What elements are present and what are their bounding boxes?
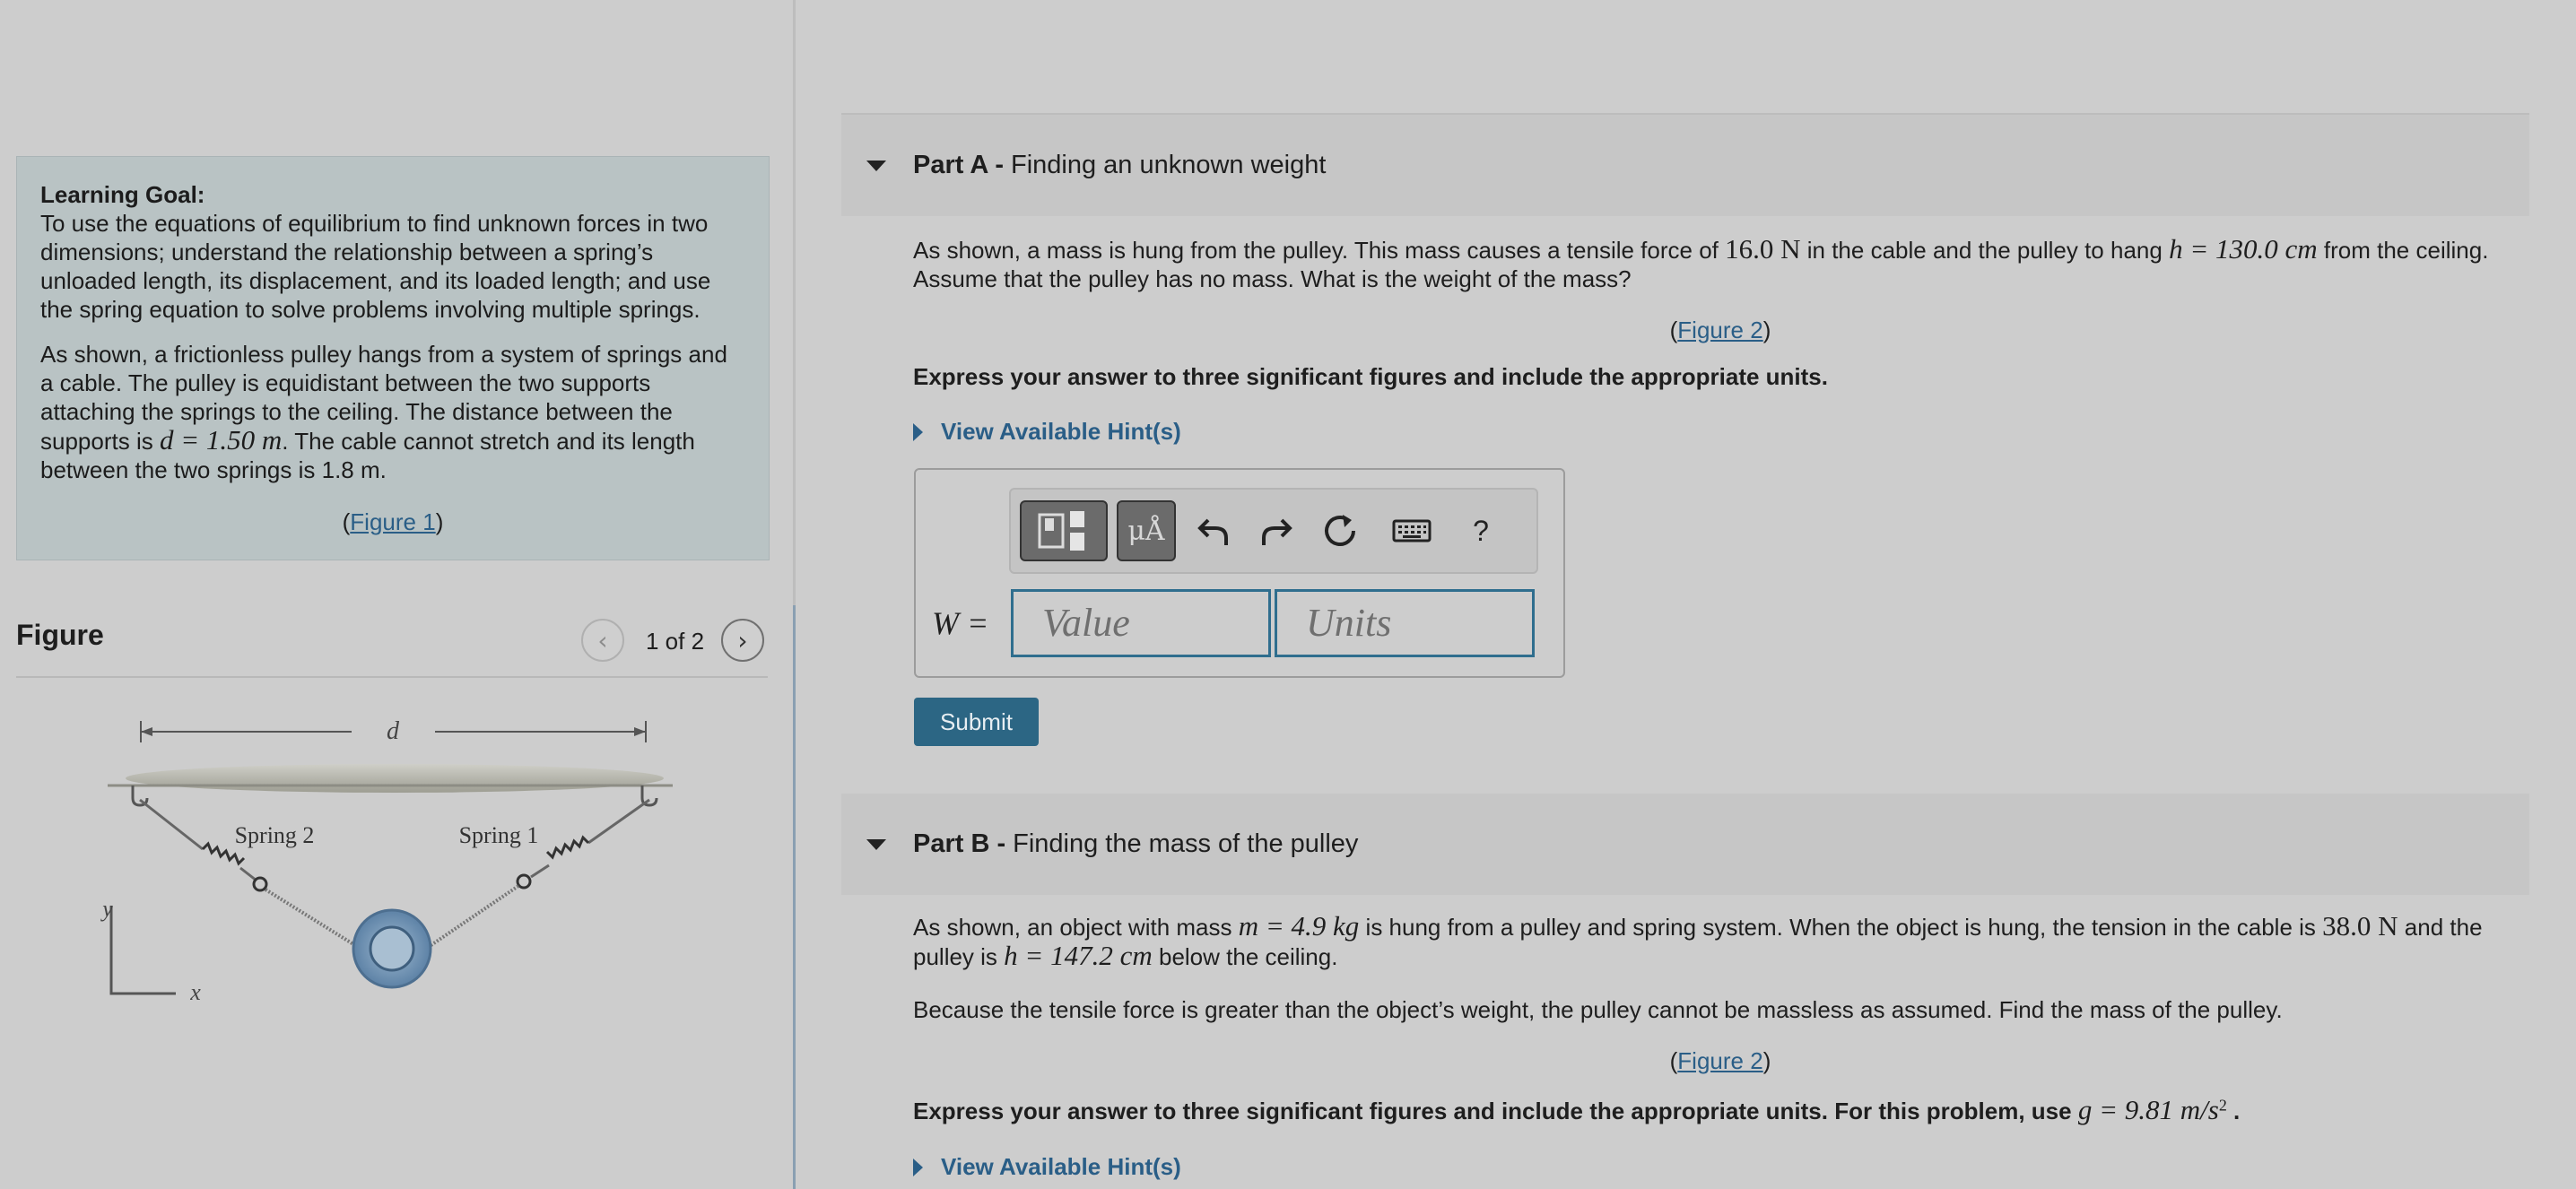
part-b-header[interactable]: Part B - Finding the mass of the pulley [841, 794, 2529, 895]
help-button[interactable]: ? [1454, 500, 1508, 561]
symbols-button[interactable]: μÅ [1117, 500, 1176, 561]
part-a-label: Part A - [913, 151, 1004, 179]
undo-button[interactable] [1187, 500, 1240, 561]
part-a-instructions: Express your answer to three significant… [913, 363, 1828, 390]
undo-icon [1197, 518, 1228, 545]
caret-down-icon [866, 838, 886, 850]
figure-title: Figure [16, 619, 104, 651]
gravity-equation: g = 9.81 m/s [2077, 1094, 2219, 1125]
spring-1 [545, 835, 590, 860]
reset-icon [1325, 515, 1355, 546]
part-b-hint-label: View Available Hint(s) [941, 1153, 1181, 1180]
reset-button[interactable] [1314, 500, 1368, 561]
figure-1-link[interactable]: Figure 1 [350, 508, 435, 535]
caret-right-icon [913, 422, 923, 441]
keyboard-icon [1392, 519, 1432, 542]
mass-equation: m = 4.9 kg [1238, 910, 1360, 942]
chevron-left-icon: ‹ [597, 625, 608, 655]
part-a-figure-link-row: (Figure 2) [1669, 317, 1771, 343]
part-a-hint-toggle[interactable]: View Available Hint(s) [913, 418, 1181, 446]
part-b-figure-link-row: (Figure 2) [1669, 1047, 1771, 1074]
height-equation: h = 147.2 cm [1004, 940, 1153, 971]
value-input[interactable]: Value [1011, 589, 1271, 657]
axis-x-label: x [189, 979, 201, 1005]
learning-goal-box: Learning Goal: To use the equations of e… [16, 156, 770, 560]
part-a-question: As shown, a mass is hung from the pulley… [913, 233, 2489, 293]
spring-2-label: Spring 2 [235, 822, 315, 848]
figure-counter: 1 of 2 [646, 628, 705, 655]
pane-divider-handle[interactable] [793, 605, 796, 1189]
keyboard-button[interactable] [1380, 500, 1443, 561]
redo-icon [1262, 518, 1292, 545]
height-equation: h = 130.0 cm [2169, 233, 2318, 265]
chevron-right-icon: › [737, 625, 748, 655]
figure-1-link-row: (Figure 1) [342, 508, 444, 535]
part-b-hint-toggle[interactable]: View Available Hint(s) [913, 1153, 1181, 1181]
axes [109, 906, 176, 995]
part-b-label: Part B - [913, 829, 1006, 858]
dimension-label: d [387, 717, 400, 745]
units-input[interactable]: Units [1275, 589, 1535, 657]
part-b-title: Finding the mass of the pulley [1013, 829, 1359, 858]
learning-goal-text: To use the equations of equilibrium to f… [40, 210, 711, 323]
spring-1-label: Spring 1 [459, 822, 539, 848]
answer-variable: W = [932, 605, 989, 641]
part-a-header[interactable]: Part A - Finding an unknown weight [841, 115, 2529, 216]
templates-icon [1038, 511, 1084, 551]
axis-y-label: y [100, 896, 113, 922]
templates-button[interactable] [1020, 500, 1108, 561]
redo-button[interactable] [1249, 500, 1303, 561]
left-pane: Learning Goal: To use the equations of e… [0, 0, 793, 1189]
ceiling [126, 764, 664, 793]
part-a-hint-label: View Available Hint(s) [941, 418, 1181, 445]
problem-setup-text: As shown, a frictionless pulley hangs fr… [40, 341, 727, 483]
force-value: 16.0 N [1725, 233, 1801, 265]
part-b-question-2: Because the tensile force is greater tha… [913, 996, 2283, 1023]
figure-2-link[interactable]: Figure 2 [1677, 317, 1762, 343]
caret-right-icon [913, 1158, 923, 1176]
caret-down-icon [866, 160, 886, 171]
part-b-question: As shown, an object with mass m = 4.9 kg… [913, 910, 2483, 971]
next-figure-button[interactable]: › [721, 619, 764, 662]
tension-value: 38.0 N [2322, 910, 2398, 942]
figure-header: Figure ‹ 1 of 2 › [16, 615, 768, 678]
prev-figure-button[interactable]: ‹ [581, 619, 624, 662]
distance-equation: d = 1.50 m [159, 424, 283, 456]
part-a-title: Finding an unknown weight [1010, 151, 1327, 179]
part-b-instructions: Express your answer to three significant… [913, 1094, 2241, 1125]
learning-goal-title: Learning Goal: [40, 181, 205, 208]
math-toolbar: μÅ ? [1009, 488, 1538, 574]
submit-button[interactable]: Submit [914, 698, 1039, 746]
pulley-spring-figure: d Spring 2 Spring 1 y x [100, 717, 673, 1005]
answer-box: μÅ ? W = Value Units [914, 468, 1565, 678]
figure-2-link[interactable]: Figure 2 [1677, 1047, 1762, 1074]
